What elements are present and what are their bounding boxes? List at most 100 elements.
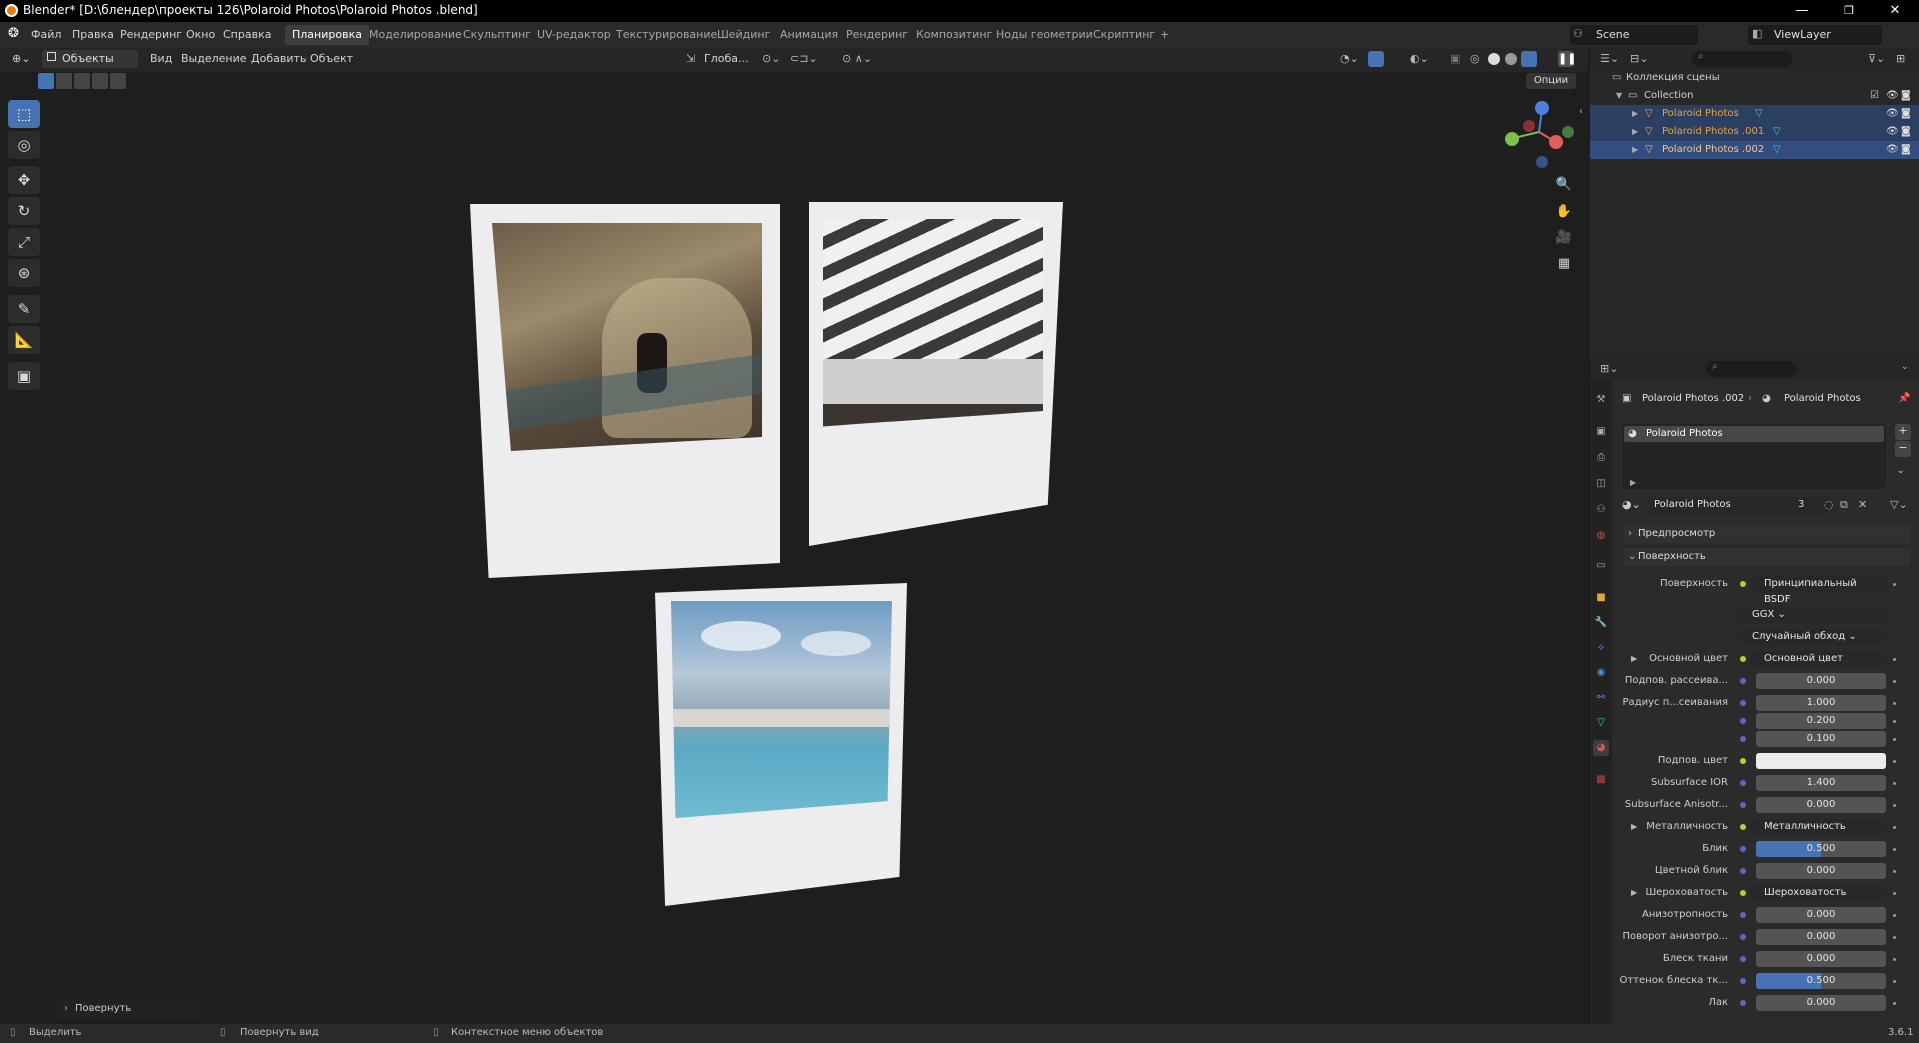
number-field[interactable]: 0.100: [1756, 731, 1886, 747]
menu-edit[interactable]: Правка: [72, 28, 114, 41]
outliner-search-input[interactable]: ⌕: [1692, 51, 1792, 67]
linked-node-field[interactable]: Основной цвет: [1750, 651, 1886, 667]
redo-panel[interactable]: › Повернуть: [56, 999, 200, 1019]
tab-render-icon[interactable]: ▣: [1593, 424, 1609, 440]
zoom-icon[interactable]: 🔍: [1553, 174, 1575, 196]
view-layer-selector[interactable]: ViewLayer: [1748, 25, 1882, 45]
select-new-icon[interactable]: [38, 73, 54, 89]
tab-shading[interactable]: Шейдинг: [710, 25, 777, 45]
linked-node-field[interactable]: Принципиальный BSDF: [1750, 576, 1886, 605]
select-box-tool-icon[interactable]: ⬚: [8, 100, 40, 128]
number-field[interactable]: 1.400: [1756, 775, 1886, 791]
scale-tool-icon[interactable]: ⤢: [8, 228, 40, 256]
tab-particles-icon[interactable]: ⟡: [1593, 640, 1609, 656]
dropdown-field[interactable]: GGX ⌄: [1738, 607, 1886, 623]
tab-layout[interactable]: Планировка: [285, 25, 369, 45]
menu-help[interactable]: Справка: [223, 28, 271, 41]
dropdown-field[interactable]: Случайный обход ⌄: [1738, 629, 1886, 645]
slot-specials-icon[interactable]: ⌄: [1897, 466, 1905, 476]
number-field[interactable]: 0.000: [1756, 951, 1886, 967]
editor-type-icon[interactable]: ⊕⌄: [12, 52, 30, 65]
options-dropdown[interactable]: Опции: [1526, 73, 1576, 89]
outliner-row-scene-collection[interactable]: ▭ Коллекция сцены: [1590, 69, 1919, 87]
perspective-grid-icon[interactable]: ▦: [1553, 253, 1575, 275]
add-workspace-button[interactable]: +: [1153, 25, 1176, 45]
transform-tool-icon[interactable]: ⊛: [8, 259, 40, 287]
properties-editor-icon[interactable]: ⊞⌄: [1600, 362, 1618, 375]
tab-texturing[interactable]: Текстурирование: [609, 25, 724, 45]
material-slot-item[interactable]: ◕ Polaroid Photos: [1624, 426, 1884, 442]
scene-selector[interactable]: Scene: [1570, 25, 1698, 45]
menu-render[interactable]: Рендеринг: [120, 28, 182, 41]
menu-object[interactable]: Объект: [310, 52, 353, 65]
menu-file[interactable]: Файл: [31, 28, 61, 41]
eye-icon[interactable]: 👁: [1886, 123, 1899, 141]
eye-icon[interactable]: 👁: [1886, 87, 1899, 105]
tab-geometry-nodes[interactable]: Ноды геометрии: [989, 25, 1100, 45]
menu-select[interactable]: Выделение: [181, 52, 247, 65]
tab-scene-icon[interactable]: ⚇: [1593, 502, 1609, 518]
add-cube-tool-icon[interactable]: ▣: [8, 362, 40, 390]
wireframe-shading-icon[interactable]: ◎: [1470, 52, 1480, 65]
outliner-row-object-2[interactable]: ▶ ▽ Polaroid Photos .001 ▽ 👁 ◙: [1590, 123, 1919, 141]
tab-uv-editor[interactable]: UV-редактор: [530, 25, 618, 45]
number-field[interactable]: 0.000: [1756, 995, 1886, 1011]
color-swatch[interactable]: [1756, 753, 1886, 769]
maximize-button[interactable]: ❐: [1834, 2, 1864, 20]
tab-output-icon[interactable]: ⎙: [1593, 450, 1609, 466]
tab-object-icon[interactable]: ■: [1593, 590, 1609, 606]
render-camera-icon[interactable]: ◙: [1901, 87, 1911, 105]
number-field[interactable]: 0.000: [1756, 863, 1886, 879]
pivot-icon[interactable]: ⊙⌄: [762, 52, 780, 65]
polaroid-photo-1[interactable]: [470, 204, 780, 578]
display-mode-icon[interactable]: ⊟⌄: [1630, 52, 1648, 65]
properties-search-input[interactable]: ⌕: [1706, 361, 1796, 377]
navigation-gizmo[interactable]: [1496, 96, 1580, 172]
rotate-tool-icon[interactable]: ↻: [8, 197, 40, 225]
tab-scripting[interactable]: Скриптинг: [1086, 25, 1162, 45]
number-field[interactable]: 0.500: [1756, 973, 1886, 989]
render-camera-icon[interactable]: ◙: [1901, 141, 1911, 159]
material-link-icon[interactable]: ▽⌄: [1890, 498, 1908, 511]
outliner-row-collection[interactable]: ▼ ▭ Collection ☑ 👁 ◙: [1590, 87, 1919, 105]
polaroid-photo-2[interactable]: [809, 202, 1063, 546]
outliner-row-object-1[interactable]: ▶ ▽ Polaroid Photos ▽ 👁 ◙: [1590, 105, 1919, 123]
tab-texture-icon[interactable]: ▩: [1593, 772, 1609, 788]
eye-icon[interactable]: 👁: [1886, 141, 1899, 159]
number-field[interactable]: 0.000: [1756, 929, 1886, 945]
preview-panel-header[interactable]: › Предпросмотр: [1624, 525, 1910, 543]
snap-icon[interactable]: ⊂⊐⌄: [790, 52, 818, 65]
select-extend-icon[interactable]: [56, 73, 72, 89]
number-field[interactable]: 0.000: [1756, 907, 1886, 923]
properties-options-icon[interactable]: ⌄: [1901, 362, 1909, 372]
tab-data-icon[interactable]: ▽: [1593, 715, 1609, 731]
tab-collection-icon[interactable]: ▭: [1593, 558, 1609, 574]
proportional-edit-icon[interactable]: ⊙ ∧⌄: [842, 52, 872, 65]
move-tool-icon[interactable]: ✥: [8, 166, 40, 194]
tab-view-layer-icon[interactable]: ◫: [1593, 476, 1609, 492]
visibility-icon[interactable]: ◔⌄: [1340, 52, 1359, 65]
unlink-material-icon[interactable]: ✕: [1858, 498, 1867, 511]
pause-render-icon[interactable]: ❚❚: [1558, 51, 1576, 67]
tab-tool-icon[interactable]: ⚒: [1593, 392, 1609, 408]
user-count[interactable]: 3: [1798, 499, 1804, 510]
render-camera-icon[interactable]: ◙: [1901, 123, 1911, 141]
gizmo-toggle-icon[interactable]: [1368, 51, 1384, 67]
material-shading-icon[interactable]: [1505, 53, 1517, 65]
number-field[interactable]: 0.200: [1756, 713, 1886, 729]
menu-add[interactable]: Добавить: [251, 52, 306, 65]
sidebar-toggle-icon[interactable]: ‹: [1579, 106, 1583, 117]
measure-tool-icon[interactable]: 📐: [8, 326, 40, 354]
browse-material-icon[interactable]: ◕⌄: [1622, 498, 1641, 511]
camera-view-icon[interactable]: 🎥: [1553, 227, 1575, 249]
number-field[interactable]: 0.500: [1756, 841, 1886, 857]
expand-arrow-icon[interactable]: ▼: [1616, 87, 1622, 105]
number-field[interactable]: 0.000: [1756, 673, 1886, 689]
select-intersect-icon[interactable]: [110, 73, 126, 89]
cursor-tool-icon[interactable]: ◎: [8, 131, 40, 159]
minimize-button[interactable]: —: [1787, 2, 1817, 20]
tab-world-icon[interactable]: ◍: [1593, 528, 1609, 544]
tab-physics-icon[interactable]: ◉: [1593, 665, 1609, 681]
new-collection-icon[interactable]: ⊞: [1896, 52, 1905, 65]
slot-expand-arrow-icon[interactable]: ▶: [1630, 478, 1636, 487]
